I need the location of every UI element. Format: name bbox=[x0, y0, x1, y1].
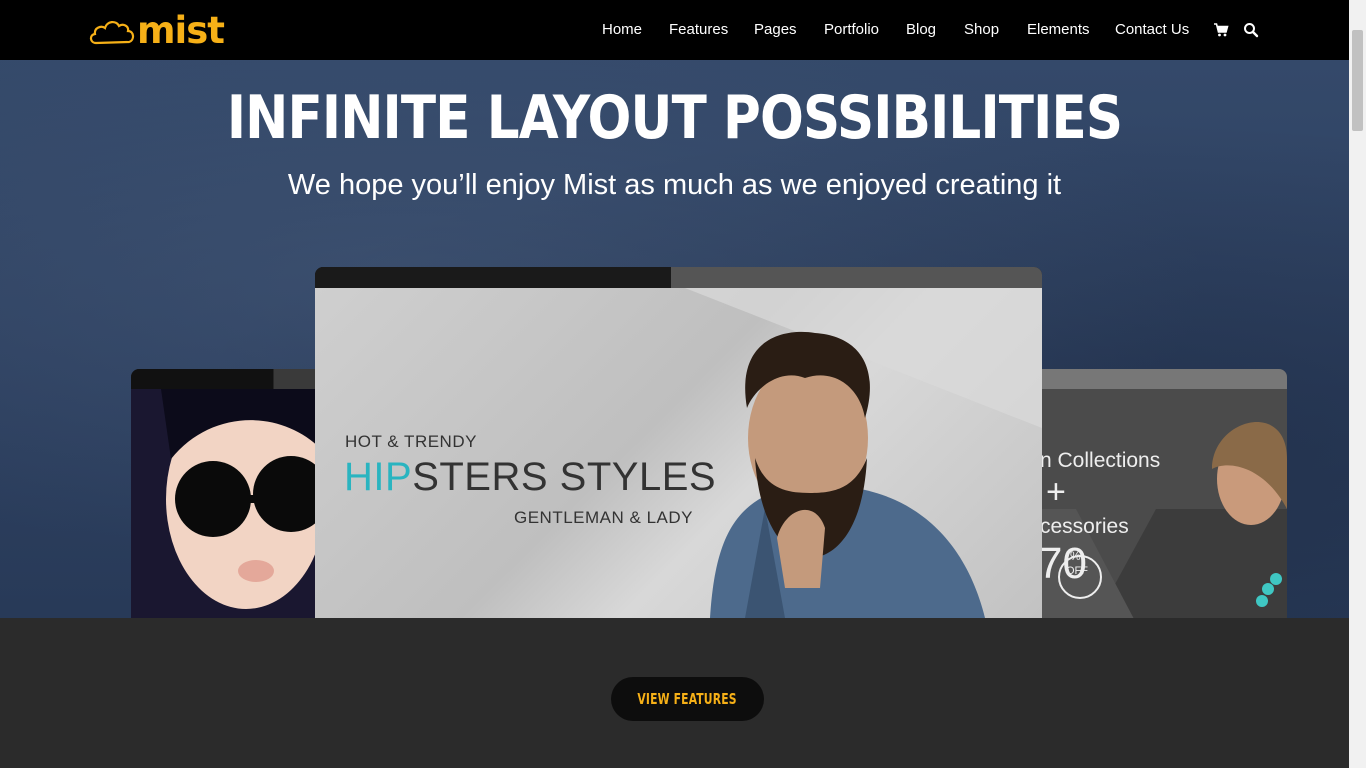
plus-text: + bbox=[1046, 473, 1066, 511]
search-icon[interactable] bbox=[1243, 22, 1259, 38]
page-scrollbar[interactable] bbox=[1349, 0, 1366, 768]
cloud-logo-icon bbox=[89, 21, 135, 45]
device-top-bar bbox=[315, 267, 1042, 288]
right-device-mockup: n Collections + cessories 70 % OFF bbox=[1036, 369, 1287, 618]
hero-subtitle: We hope you’ll enjoy Mist as much as we … bbox=[287, 169, 1062, 201]
nav-shop[interactable]: Shop bbox=[964, 21, 999, 39]
nav-contact-us[interactable]: Contact Us bbox=[1115, 21, 1189, 39]
cart-icon[interactable] bbox=[1213, 22, 1229, 38]
hero-title: INFINITE LAYOUT POSSIBILITIES bbox=[226, 83, 1123, 153]
woman-sunglasses-image bbox=[131, 389, 321, 618]
top-navigation-bar: mist Home Features Pages Portfolio Blog … bbox=[0, 0, 1349, 60]
accessories-text: cessories bbox=[1040, 515, 1129, 538]
nav-blog[interactable]: Blog bbox=[906, 21, 936, 39]
discount-number: 70 bbox=[1038, 539, 1087, 588]
collections-promo-screen: n Collections + cessories 70 % OFF bbox=[1036, 389, 1287, 618]
left-device-mockup bbox=[131, 369, 321, 618]
device-top-bar bbox=[131, 369, 321, 389]
view-features-button[interactable]: VIEW FEATURES bbox=[611, 677, 764, 721]
promo-headline-accent: HIP bbox=[344, 455, 413, 499]
nav-pages[interactable]: Pages bbox=[754, 21, 797, 39]
off-text: OFF bbox=[1066, 565, 1088, 577]
main-device-mockup: HOT & TRENDY HIPSTERS STYLES GENTLEMAN &… bbox=[315, 267, 1042, 618]
promo-headline-rest: STERS STYLES bbox=[412, 455, 717, 499]
nav-portfolio[interactable]: Portfolio bbox=[824, 21, 879, 39]
view-features-label: VIEW FEATURES bbox=[637, 690, 738, 708]
hero-section: INFINITE LAYOUT POSSIBILITIES We hope yo… bbox=[0, 60, 1349, 618]
nav-home[interactable]: Home bbox=[602, 21, 642, 39]
device-top-bar bbox=[1036, 369, 1287, 389]
promo-tagline: GENTLEMAN & LADY bbox=[514, 508, 693, 527]
logo-text: mist bbox=[137, 9, 225, 52]
promo-kicker: HOT & TRENDY bbox=[345, 432, 477, 451]
cta-section: VIEW FEATURES bbox=[0, 618, 1349, 768]
nav-elements[interactable]: Elements bbox=[1027, 21, 1090, 39]
page: mist Home Features Pages Portfolio Blog … bbox=[0, 0, 1366, 768]
nav-features[interactable]: Features bbox=[669, 21, 728, 39]
collections-text: n Collections bbox=[1040, 449, 1161, 472]
hipsters-promo-screen: HOT & TRENDY HIPSTERS STYLES GENTLEMAN &… bbox=[315, 288, 1042, 618]
percent-sign: % bbox=[1070, 549, 1081, 563]
promo-headline: HIPSTERS STYLES bbox=[344, 455, 716, 500]
logo[interactable]: mist bbox=[88, 9, 225, 52]
scrollbar-thumb[interactable] bbox=[1352, 30, 1363, 131]
